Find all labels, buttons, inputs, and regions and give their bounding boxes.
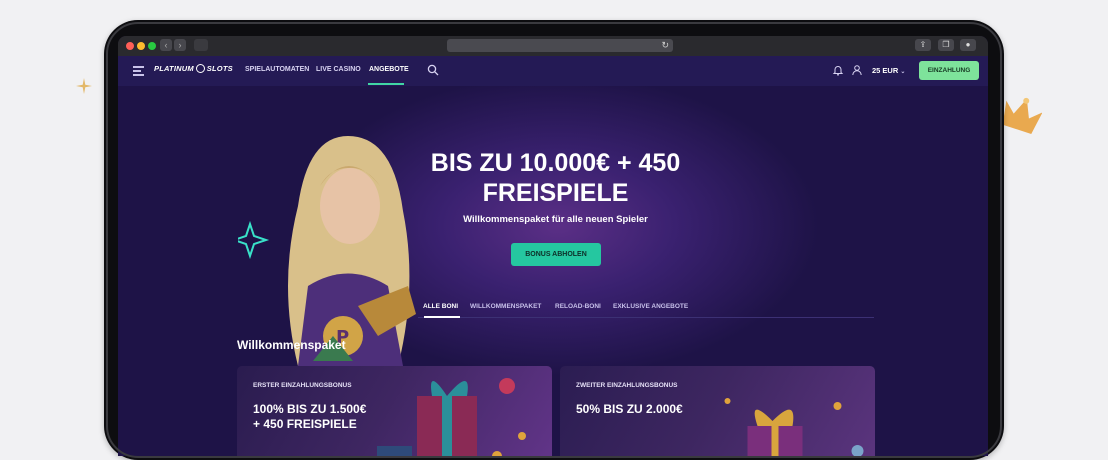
user-icon[interactable]: [851, 64, 863, 76]
logo-text-left: PLATINUM: [154, 64, 194, 73]
tab-alle-boni[interactable]: ALLE BONI: [423, 303, 458, 310]
bonus-card-second-deposit[interactable]: ZWEITER EINZAHLUNGSBONUS 50% BIS ZU 2.00…: [560, 366, 875, 456]
bonus-card-first-deposit[interactable]: ERSTER EINZAHLUNGSBONUS 100% BIS ZU 1.50…: [237, 366, 552, 456]
forward-button[interactable]: ›: [174, 39, 186, 51]
sparkle-icon: [76, 78, 92, 94]
card-offer: 100% BIS ZU 1.500€ + 450 FREISPIELE: [253, 402, 367, 431]
minimize-window-button[interactable]: [137, 42, 145, 50]
logo-chip-icon: [195, 64, 205, 73]
share-icon[interactable]: ⇪: [915, 39, 931, 51]
hero-title-line-1: BIS ZU 10.000€ + 450: [430, 149, 681, 177]
hero-section: P BIS ZU 10.000€ + 450 FREISPIELE Willko…: [118, 86, 988, 456]
reload-icon[interactable]: ↻: [661, 39, 669, 52]
logo-text-right: SLOTS: [206, 64, 233, 73]
gift-illustration: [724, 398, 864, 456]
nav-angebote[interactable]: ANGEBOTE: [369, 66, 409, 73]
search-icon[interactable]: [427, 64, 439, 76]
card-label: ZWEITER EINZAHLUNGSBONUS: [576, 382, 678, 389]
site-logo[interactable]: PLATINUM SLOTS: [154, 64, 233, 73]
crown-icon: [1002, 97, 1042, 134]
tabs-icon[interactable]: ❐: [938, 39, 954, 51]
close-window-button[interactable]: [126, 42, 134, 50]
laptop-frame: ‹ › ↻ ⇪ ❐ ● PLATINUM SLOTS SPIELAUTOMATE…: [104, 20, 1004, 460]
card-offer: 50% BIS ZU 2.000€: [576, 402, 683, 416]
nav-spielautomaten[interactable]: SPIELAUTOMATEN: [245, 66, 309, 73]
active-tab-indicator: [424, 316, 460, 318]
browser-toolbar: ‹ › ↻ ⇪ ❐ ●: [118, 36, 988, 56]
download-icon[interactable]: ●: [960, 39, 976, 51]
balance-value: 25 EUR: [872, 66, 899, 75]
hero-subtitle: Willkommenspaket für alle neuen Spieler: [463, 214, 648, 225]
tab-reload-boni[interactable]: RELOAD-BONI: [555, 303, 601, 310]
deposit-button[interactable]: EINZAHLUNG: [919, 61, 979, 80]
bonus-tabs: ALLE BONI WILLKOMMENSPAKET RELOAD-BONI E…: [418, 303, 874, 318]
bell-icon[interactable]: [832, 64, 844, 76]
back-button[interactable]: ‹: [160, 39, 172, 51]
browser-window: ‹ › ↻ ⇪ ❐ ● PLATINUM SLOTS SPIELAUTOMATE…: [118, 36, 988, 456]
sidebar-toggle-button[interactable]: [194, 39, 208, 51]
address-bar[interactable]: ↻: [447, 39, 673, 52]
card-label: ERSTER EINZAHLUNGSBONUS: [253, 382, 352, 389]
maximize-window-button[interactable]: [148, 42, 156, 50]
balance-display[interactable]: 25 EUR ⌄: [872, 66, 905, 75]
menu-icon[interactable]: [133, 66, 144, 76]
site-header: PLATINUM SLOTS SPIELAUTOMATEN LIVE CASIN…: [118, 56, 988, 86]
active-nav-indicator: [368, 83, 404, 85]
nav-live-casino[interactable]: LIVE CASINO: [316, 66, 361, 73]
section-title: Willkommenspaket: [237, 338, 346, 352]
hero-title: BIS ZU 10.000€ + 450 FREISPIELE: [408, 148, 703, 208]
tab-willkommenspaket[interactable]: WILLKOMMENSPAKET: [470, 303, 541, 310]
chevron-down-icon: ⌄: [900, 69, 906, 75]
tab-exklusive-angebote[interactable]: EXKLUSIVE ANGEBOTE: [613, 303, 688, 310]
hero-title-line-2: FREISPIELE: [482, 179, 629, 207]
bonus-abholen-button[interactable]: BONUS ABHOLEN: [511, 243, 601, 266]
gift-illustration: [377, 378, 526, 456]
